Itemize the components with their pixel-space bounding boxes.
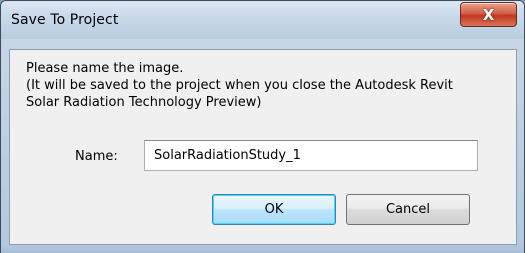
ok-button[interactable]: OK: [212, 194, 336, 225]
window-title: Save To Project: [11, 12, 119, 28]
window-bottom-border: [1, 245, 524, 253]
dialog-content: Please name the image. (It will be saved…: [9, 49, 517, 245]
close-button[interactable]: X: [460, 2, 517, 27]
close-icon: X: [482, 5, 495, 24]
message-line-3: Solar Radiation Technology Preview): [26, 95, 262, 110]
cancel-button[interactable]: Cancel: [346, 194, 470, 225]
title-bar[interactable]: Save To Project X: [1, 1, 524, 39]
name-label: Name:: [75, 149, 118, 164]
message-line-2: (It will be saved to the project when yo…: [26, 78, 453, 93]
dialog-message: Please name the image. (It will be saved…: [26, 60, 506, 111]
message-line-1: Please name the image.: [26, 61, 184, 76]
name-input[interactable]: [144, 140, 478, 171]
save-to-project-dialog: Save To Project X Please name the image.…: [0, 0, 525, 253]
